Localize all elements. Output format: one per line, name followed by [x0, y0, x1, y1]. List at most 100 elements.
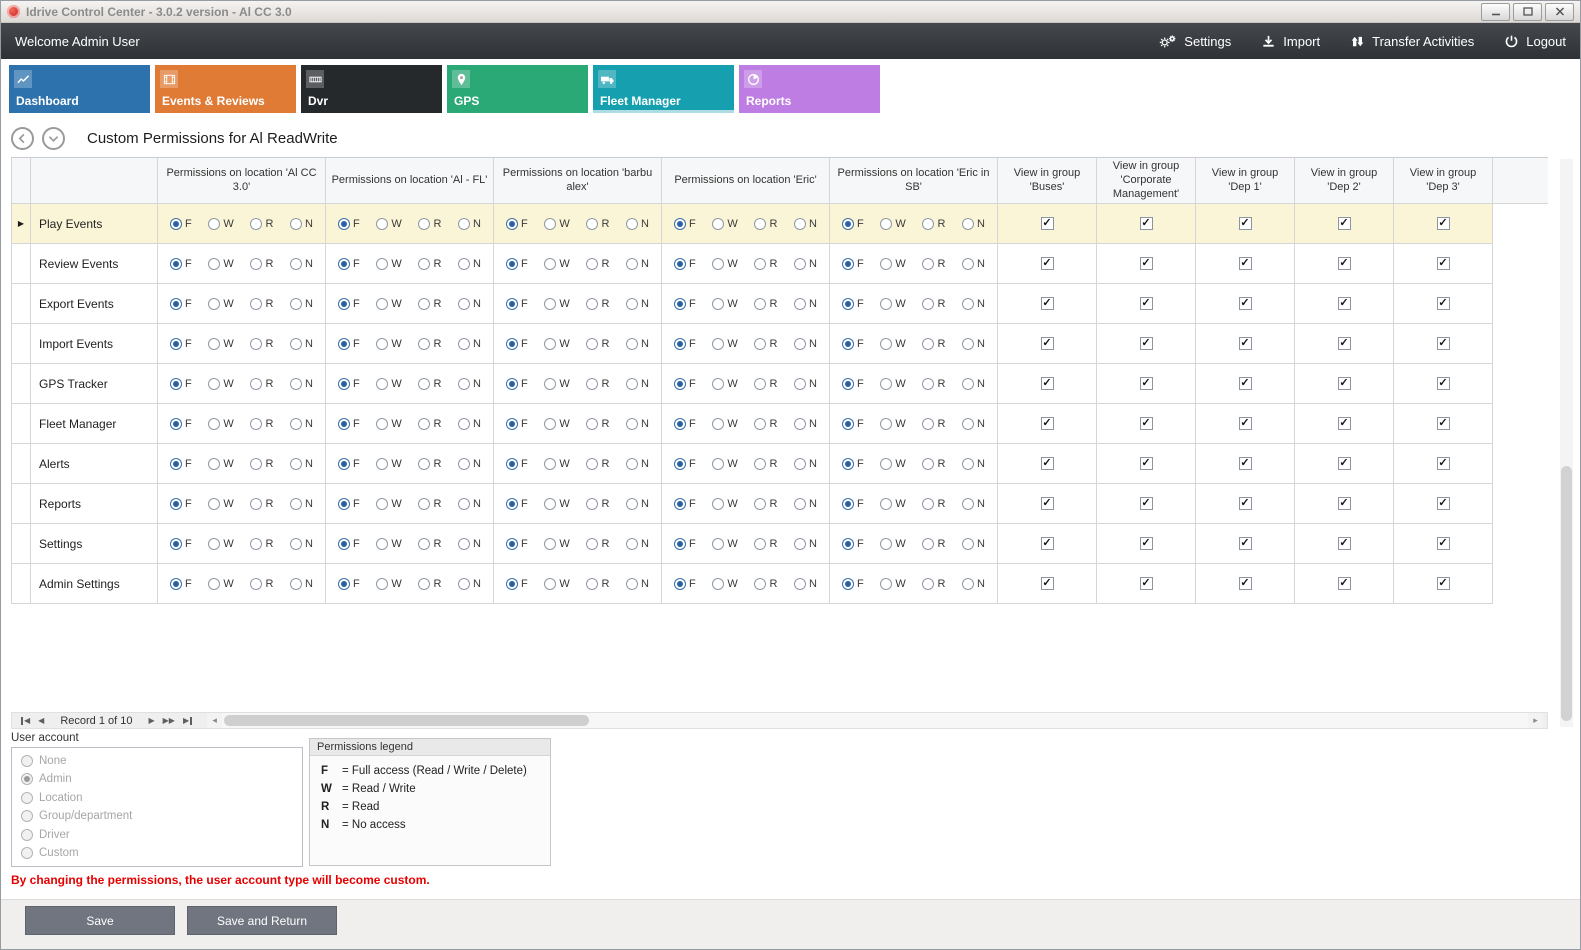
permission-radio-w[interactable]: W: [208, 218, 233, 230]
grid-row-review-events[interactable]: Review EventsFWRNFWRNFWRNFWRNFWRN✓✓✓✓✓: [11, 244, 1548, 284]
permission-radio-f[interactable]: F: [842, 498, 864, 510]
permission-radio-n[interactable]: N: [626, 298, 649, 310]
permission-radio-f[interactable]: F: [674, 578, 696, 590]
permission-radio-f[interactable]: F: [842, 458, 864, 470]
grid-row-reports[interactable]: ReportsFWRNFWRNFWRNFWRNFWRN✓✓✓✓✓: [11, 484, 1548, 524]
permission-radio-n[interactable]: N: [626, 258, 649, 270]
permission-radio-r[interactable]: R: [922, 378, 945, 390]
permission-radio-n[interactable]: N: [290, 298, 313, 310]
permission-radio-f[interactable]: F: [338, 498, 360, 510]
permission-radio-f[interactable]: F: [170, 418, 192, 430]
permission-radio-w[interactable]: W: [880, 378, 905, 390]
permission-radio-w[interactable]: W: [208, 418, 233, 430]
permission-radio-w[interactable]: W: [376, 578, 401, 590]
permission-radio-n[interactable]: N: [962, 458, 985, 470]
save-button[interactable]: Save: [25, 906, 175, 935]
save-and-return-button[interactable]: Save and Return: [187, 906, 337, 935]
permission-radio-n[interactable]: N: [794, 538, 817, 550]
permission-radio-f[interactable]: F: [338, 578, 360, 590]
permission-radio-f[interactable]: F: [506, 378, 528, 390]
user-account-option-driver[interactable]: Driver: [21, 829, 293, 841]
permission-radio-n[interactable]: N: [626, 218, 649, 230]
column-header-view-in-group-buses[interactable]: View in group 'Buses': [998, 158, 1097, 204]
group-view-checkbox[interactable]: ✓: [1437, 297, 1450, 310]
permission-radio-f[interactable]: F: [506, 498, 528, 510]
nav-next-button[interactable]: ▶: [144, 717, 158, 725]
permission-radio-f[interactable]: F: [338, 538, 360, 550]
permission-radio-f[interactable]: F: [674, 378, 696, 390]
minimize-button[interactable]: [1481, 3, 1510, 21]
group-view-checkbox[interactable]: ✓: [1041, 577, 1054, 590]
permission-radio-r[interactable]: R: [922, 498, 945, 510]
permission-radio-r[interactable]: R: [418, 258, 441, 270]
permission-radio-f[interactable]: F: [170, 578, 192, 590]
permission-radio-r[interactable]: R: [418, 338, 441, 350]
permission-radio-f[interactable]: F: [842, 578, 864, 590]
group-view-checkbox[interactable]: ✓: [1239, 217, 1252, 230]
permission-radio-f[interactable]: F: [674, 458, 696, 470]
permission-radio-w[interactable]: W: [376, 498, 401, 510]
group-view-checkbox[interactable]: ✓: [1041, 257, 1054, 270]
group-view-checkbox[interactable]: ✓: [1437, 497, 1450, 510]
permission-radio-r[interactable]: R: [250, 498, 273, 510]
permission-radio-w[interactable]: W: [376, 538, 401, 550]
permission-radio-n[interactable]: N: [962, 298, 985, 310]
permission-radio-w[interactable]: W: [208, 498, 233, 510]
permission-radio-f[interactable]: F: [842, 298, 864, 310]
permission-radio-f[interactable]: F: [338, 258, 360, 270]
permission-radio-r[interactable]: R: [250, 538, 273, 550]
column-header-permissions-on-location-al-fl[interactable]: Permissions on location 'Al - FL': [326, 158, 494, 204]
permission-radio-f[interactable]: F: [170, 538, 192, 550]
permission-radio-w[interactable]: W: [544, 258, 569, 270]
permission-radio-w[interactable]: W: [208, 298, 233, 310]
permission-radio-w[interactable]: W: [376, 338, 401, 350]
permission-radio-w[interactable]: W: [544, 218, 569, 230]
permission-radio-r[interactable]: R: [754, 378, 777, 390]
permission-radio-w[interactable]: W: [208, 578, 233, 590]
horizontal-scrollbar[interactable]: ◂ ▸: [207, 713, 1543, 728]
permission-radio-w[interactable]: W: [376, 418, 401, 430]
permission-radio-n[interactable]: N: [962, 378, 985, 390]
permission-radio-f[interactable]: F: [338, 378, 360, 390]
permission-radio-f[interactable]: F: [170, 498, 192, 510]
permission-radio-n[interactable]: N: [794, 298, 817, 310]
grid-row-fleet-manager[interactable]: Fleet ManagerFWRNFWRNFWRNFWRNFWRN✓✓✓✓✓: [11, 404, 1548, 444]
permission-radio-n[interactable]: N: [458, 218, 481, 230]
permission-radio-w[interactable]: W: [208, 258, 233, 270]
column-header-view-in-group-corporate-management[interactable]: View in group 'Corporate Management': [1097, 158, 1196, 204]
permission-radio-w[interactable]: W: [712, 338, 737, 350]
permission-radio-w[interactable]: W: [712, 498, 737, 510]
permission-radio-w[interactable]: W: [880, 258, 905, 270]
permission-radio-r[interactable]: R: [418, 298, 441, 310]
permission-radio-w[interactable]: W: [880, 338, 905, 350]
permission-radio-n[interactable]: N: [962, 578, 985, 590]
permission-radio-r[interactable]: R: [250, 378, 273, 390]
tab-dvr[interactable]: Dvr: [301, 65, 442, 113]
permission-radio-f[interactable]: F: [338, 458, 360, 470]
permission-radio-f[interactable]: F: [674, 258, 696, 270]
tab-events-reviews[interactable]: Events & Reviews: [155, 65, 296, 113]
permission-radio-r[interactable]: R: [586, 338, 609, 350]
permission-radio-w[interactable]: W: [544, 498, 569, 510]
permission-radio-f[interactable]: F: [674, 498, 696, 510]
permission-radio-n[interactable]: N: [794, 498, 817, 510]
close-button[interactable]: [1545, 3, 1574, 21]
group-view-checkbox[interactable]: ✓: [1239, 577, 1252, 590]
group-view-checkbox[interactable]: ✓: [1239, 297, 1252, 310]
permission-radio-f[interactable]: F: [506, 458, 528, 470]
group-view-checkbox[interactable]: ✓: [1437, 337, 1450, 350]
permission-radio-n[interactable]: N: [290, 578, 313, 590]
group-view-checkbox[interactable]: ✓: [1338, 337, 1351, 350]
column-header-permissions-on-location-al-cc-3-0[interactable]: Permissions on location 'Al CC 3.0': [158, 158, 326, 204]
group-view-checkbox[interactable]: ✓: [1239, 417, 1252, 430]
permission-radio-r[interactable]: R: [922, 218, 945, 230]
permission-radio-n[interactable]: N: [290, 338, 313, 350]
permission-radio-w[interactable]: W: [376, 378, 401, 390]
grid-row-gps-tracker[interactable]: GPS TrackerFWRNFWRNFWRNFWRNFWRN✓✓✓✓✓: [11, 364, 1548, 404]
permission-radio-n[interactable]: N: [962, 338, 985, 350]
group-view-checkbox[interactable]: ✓: [1338, 417, 1351, 430]
permission-radio-n[interactable]: N: [290, 458, 313, 470]
group-view-checkbox[interactable]: ✓: [1437, 537, 1450, 550]
group-view-checkbox[interactable]: ✓: [1041, 537, 1054, 550]
group-view-checkbox[interactable]: ✓: [1338, 577, 1351, 590]
